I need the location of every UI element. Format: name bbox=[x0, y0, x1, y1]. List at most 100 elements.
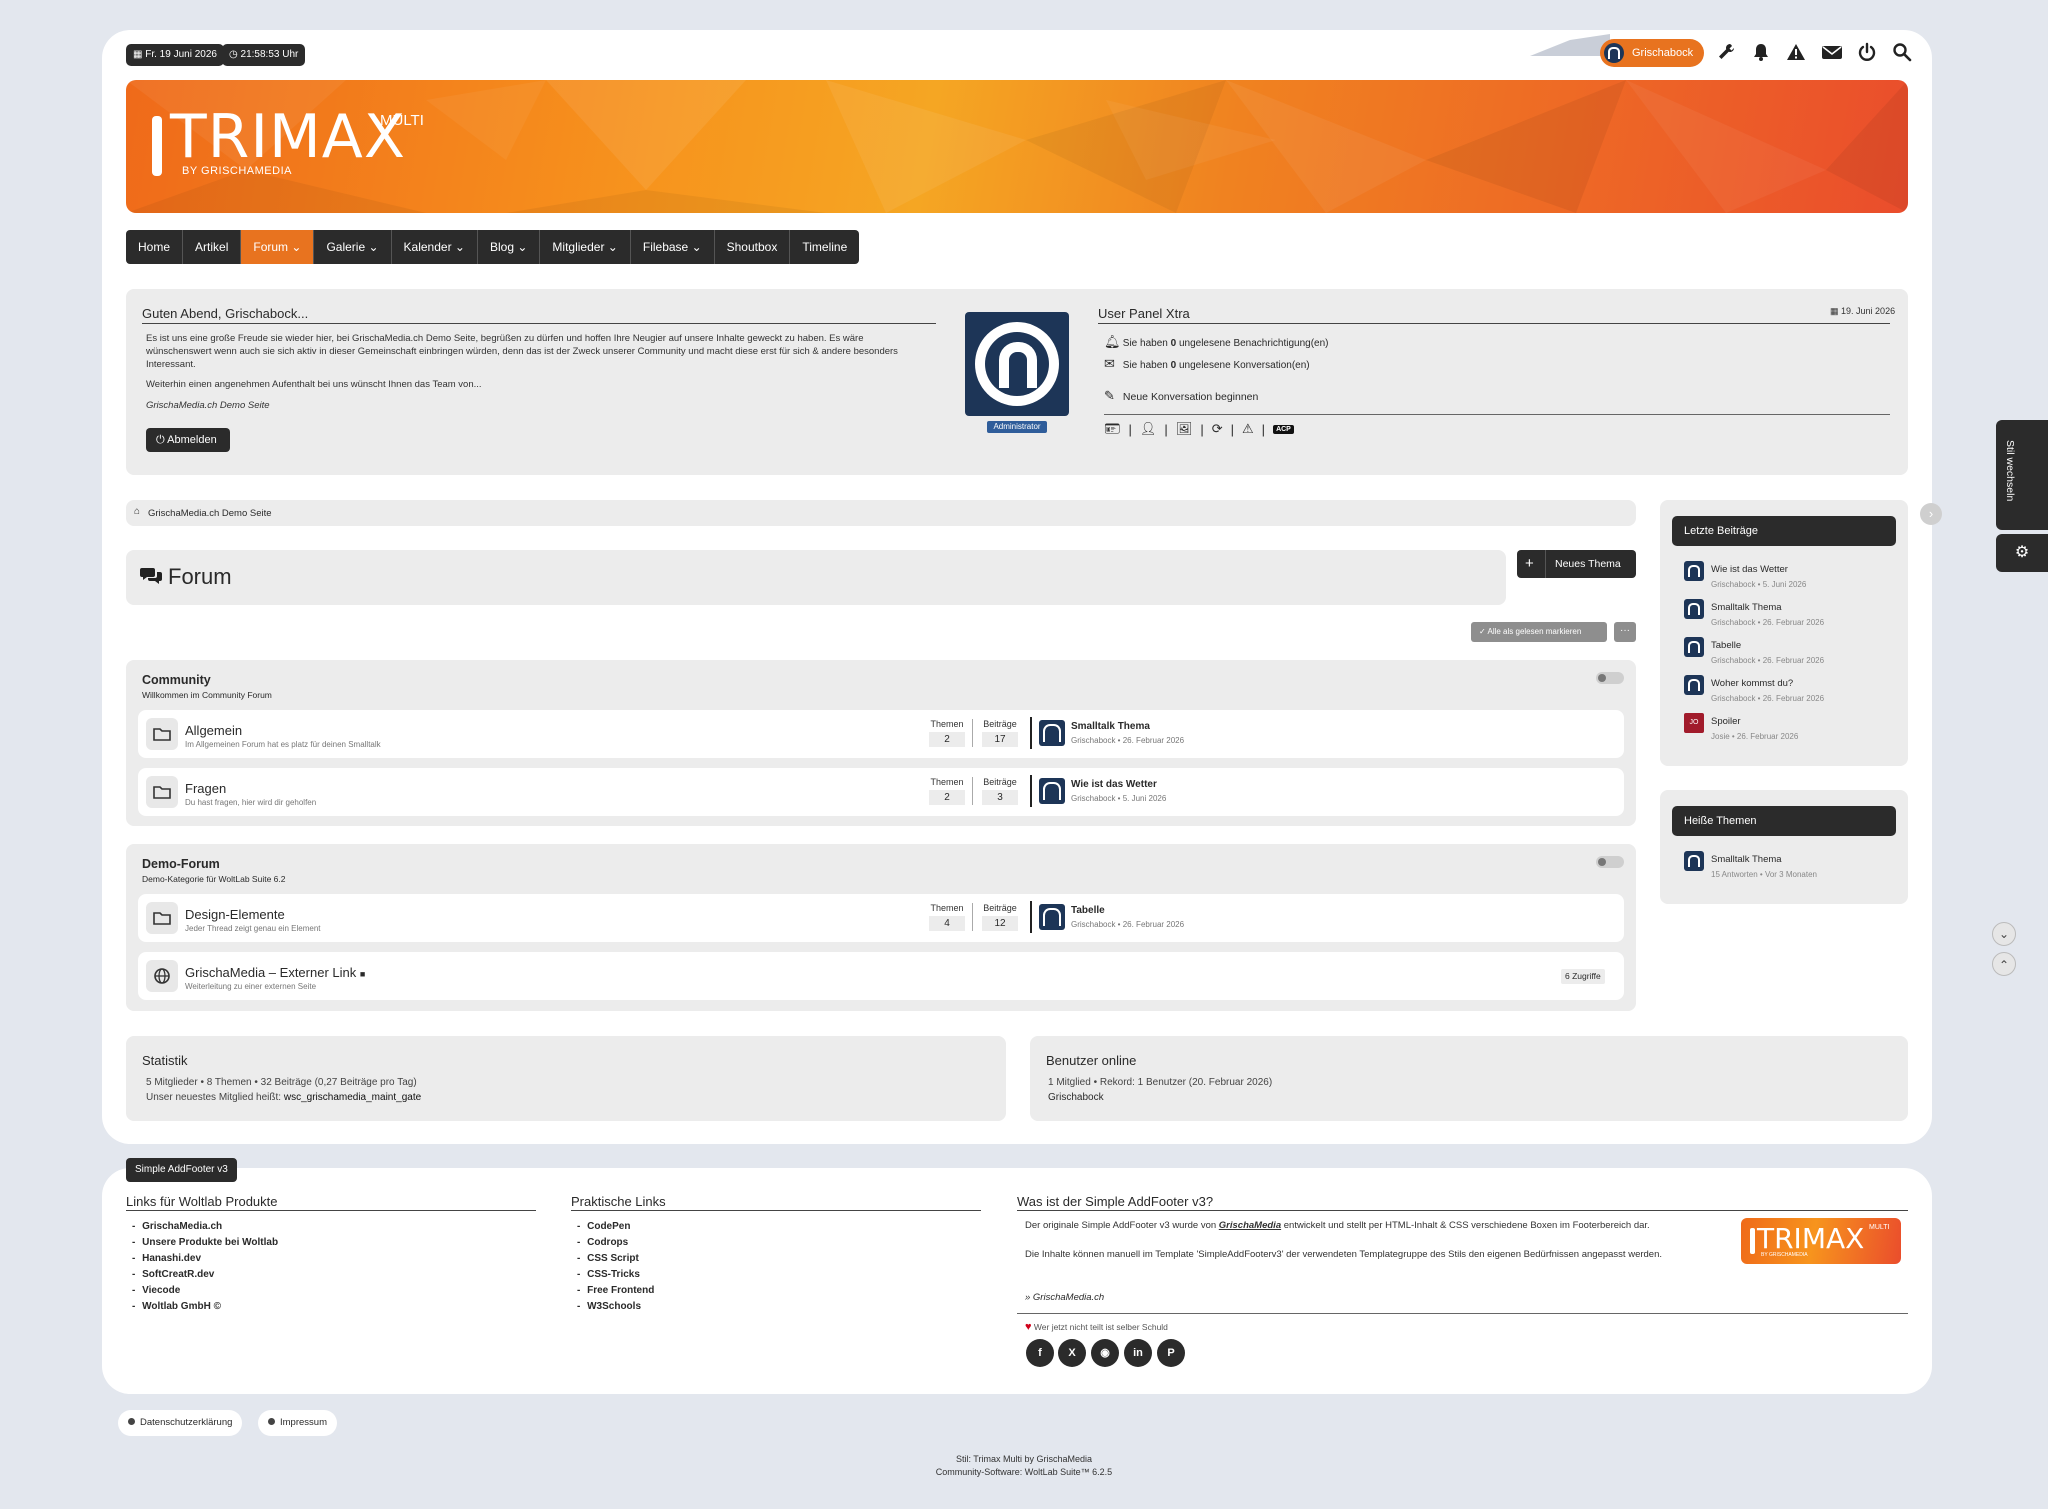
id-card-icon[interactable]: 🪪︎ bbox=[1104, 421, 1121, 437]
admin-badge: Administrator bbox=[987, 421, 1047, 433]
sidebar-post-title[interactable]: Spoiler bbox=[1711, 716, 1741, 727]
check-icon: ✓ bbox=[1479, 627, 1486, 636]
bell-icon[interactable] bbox=[1751, 42, 1773, 64]
nav-kalender[interactable]: Kalender ⌄ bbox=[392, 230, 478, 264]
acp-badge[interactable]: ACP bbox=[1273, 424, 1294, 434]
footer-link[interactable]: Woltlab GmbH © bbox=[132, 1301, 278, 1312]
board-title[interactable]: Design-Elemente bbox=[185, 907, 285, 922]
nav-timeline[interactable]: Timeline bbox=[790, 230, 859, 264]
heart-icon: ♥ bbox=[1025, 1321, 1032, 1333]
chevron-down-icon: ⌄ bbox=[691, 240, 702, 254]
nav-filebase[interactable]: Filebase ⌄ bbox=[631, 230, 715, 264]
search-icon[interactable] bbox=[1892, 42, 1914, 64]
footer-link[interactable]: W3Schools bbox=[577, 1301, 654, 1312]
category-description: Willkommen im Community Forum bbox=[142, 690, 272, 700]
sidebar-hot-avatar bbox=[1684, 851, 1704, 871]
globe-icon bbox=[146, 960, 178, 992]
footer-link[interactable]: CSS-Tricks bbox=[577, 1269, 654, 1280]
welcome-text-2: Weiterhin einen angenehmen Aufenthalt be… bbox=[146, 379, 482, 390]
scroll-up-button[interactable]: ⌃ bbox=[1992, 952, 2016, 976]
warning-icon[interactable] bbox=[1786, 42, 1808, 64]
privacy-link[interactable]: Datenschutzerklärung bbox=[118, 1410, 243, 1436]
sidebar-post-title[interactable]: Woher kommst du? bbox=[1711, 678, 1793, 689]
sidebar-collapse-button[interactable]: › bbox=[1920, 503, 1942, 525]
online-user-link[interactable]: Grischabock bbox=[1048, 1092, 1104, 1103]
divider bbox=[571, 1210, 981, 1211]
sidebar-post-title[interactable]: Wie ist das Wetter bbox=[1711, 564, 1788, 575]
nav-artikel[interactable]: Artikel bbox=[183, 230, 242, 264]
board-title[interactable]: GrischaMedia – Externer Link ■ bbox=[185, 965, 365, 980]
conversations-line[interactable]: ✉ Sie haben 0 ungelesene Konversation(en… bbox=[1104, 356, 1310, 372]
nav-forum[interactable]: Forum ⌄ bbox=[241, 230, 315, 264]
category-title[interactable]: Community bbox=[142, 673, 211, 687]
sidebar-post-avatar bbox=[1684, 599, 1704, 619]
category-title[interactable]: Demo-Forum bbox=[142, 857, 220, 871]
nav-blog[interactable]: Blog ⌄ bbox=[478, 230, 541, 264]
logout-button[interactable]: ⏻ Abmelden bbox=[146, 428, 230, 452]
footer-link[interactable]: Free Frontend bbox=[577, 1285, 654, 1296]
divider bbox=[126, 1210, 536, 1211]
footer-link[interactable]: Hanashi.dev bbox=[132, 1253, 278, 1264]
footer-col1-title: Links für Woltlab Produkte bbox=[126, 1194, 278, 1209]
user-menu-button[interactable]: Grischabock bbox=[1600, 39, 1704, 67]
breadcrumb-link[interactable]: GrischaMedia.ch Demo Seite bbox=[148, 508, 272, 519]
new-conversation-link[interactable]: ✎ Neue Konversation beginnen bbox=[1104, 388, 1258, 404]
software-credit: Community-Software: WoltLab Suite™ 6.2.5 bbox=[935, 1467, 1113, 1477]
linkedin-icon[interactable]: in bbox=[1124, 1339, 1152, 1367]
last-post-title[interactable]: Tabelle bbox=[1071, 905, 1105, 916]
board-topics: Themen 4 bbox=[929, 903, 965, 931]
warning-icon[interactable]: ⚠ bbox=[1242, 421, 1254, 437]
notifications-line[interactable]: 🔔︎ Sie haben 0 ungelesene Benachrichtigu… bbox=[1104, 334, 1329, 350]
nav-home[interactable]: Home bbox=[126, 230, 184, 264]
sidebar-post-title[interactable]: Tabelle bbox=[1711, 640, 1741, 651]
category-toggle[interactable] bbox=[1596, 672, 1624, 684]
nav-shoutbox[interactable]: Shoutbox bbox=[715, 230, 791, 264]
last-post-title[interactable]: Wie ist das Wetter bbox=[1071, 779, 1157, 790]
scroll-down-button[interactable]: ⌄ bbox=[1992, 922, 2016, 946]
mark-read-button[interactable]: ✓ Alle als gelesen markieren bbox=[1471, 622, 1607, 642]
refresh-icon[interactable]: ⟳ bbox=[1212, 421, 1223, 437]
sidebar-latest-title: Letzte Beiträge bbox=[1672, 516, 1896, 546]
new-topic-button[interactable]: + Neues Thema bbox=[1517, 550, 1636, 578]
breadcrumb: ⌂ GrischaMedia.ch Demo Seite bbox=[126, 500, 1636, 526]
wrench-icon[interactable] bbox=[1716, 42, 1738, 64]
reddit-icon[interactable]: ◉ bbox=[1091, 1339, 1119, 1367]
sidebar-hot-title-link[interactable]: Smalltalk Thema bbox=[1711, 854, 1782, 865]
footer-link[interactable]: GrischaMedia.ch bbox=[132, 1221, 278, 1232]
newest-member-link[interactable]: wsc_grischamedia_maint_gate bbox=[284, 1092, 421, 1103]
chevron-down-icon: ⌄ bbox=[517, 240, 528, 254]
category-toggle[interactable] bbox=[1596, 856, 1624, 868]
facebook-icon[interactable]: f bbox=[1026, 1339, 1054, 1367]
footer-logo: TRIMAX MULTI BY GRISCHAMEDIA bbox=[1741, 1218, 1901, 1264]
board-row bbox=[138, 894, 1624, 942]
nav-mitglieder[interactable]: Mitglieder ⌄ bbox=[540, 230, 631, 264]
pinterest-icon[interactable]: P bbox=[1157, 1339, 1185, 1367]
brand-link[interactable]: GrischaMedia bbox=[1219, 1220, 1281, 1231]
nav-galerie[interactable]: Galerie ⌄ bbox=[314, 230, 392, 264]
board-row bbox=[138, 768, 1624, 816]
footer-link[interactable]: CodePen bbox=[577, 1221, 654, 1232]
envelope-icon[interactable] bbox=[1821, 42, 1843, 64]
footer-col3-link[interactable]: » GrischaMedia.ch bbox=[1025, 1292, 1104, 1303]
sidebar-post-title[interactable]: Smalltalk Thema bbox=[1711, 602, 1782, 613]
style-switch-tab[interactable]: Stil wechseln bbox=[1996, 420, 2048, 530]
power-icon[interactable] bbox=[1857, 42, 1879, 64]
settings-gear-button[interactable]: ⚙ bbox=[1996, 534, 2048, 572]
image-icon[interactable]: 🖼︎ bbox=[1176, 421, 1193, 437]
board-row bbox=[138, 710, 1624, 758]
board-title[interactable]: Allgemein bbox=[185, 723, 242, 738]
chevron-down-icon: ⌄ bbox=[454, 240, 465, 254]
more-options-button[interactable]: ··· bbox=[1614, 622, 1636, 642]
footer-link[interactable]: Viecode bbox=[132, 1285, 278, 1296]
logo-title: TRIMAX bbox=[170, 102, 406, 172]
board-title[interactable]: Fragen bbox=[185, 781, 226, 796]
user-cog-icon[interactable]: 👤︎ bbox=[1140, 421, 1157, 437]
imprint-link[interactable]: Impressum bbox=[258, 1410, 337, 1436]
footer-link[interactable]: Codrops bbox=[577, 1237, 654, 1248]
footer-link[interactable]: Unsere Produkte bei Woltlab bbox=[132, 1237, 278, 1248]
footer-link[interactable]: CSS Script bbox=[577, 1253, 654, 1264]
x-twitter-icon[interactable]: X bbox=[1058, 1339, 1086, 1367]
last-post-title[interactable]: Smalltalk Thema bbox=[1071, 721, 1150, 732]
footer-link[interactable]: SoftCreatR.dev bbox=[132, 1269, 278, 1280]
board-posts: Beiträge 3 bbox=[982, 777, 1018, 805]
